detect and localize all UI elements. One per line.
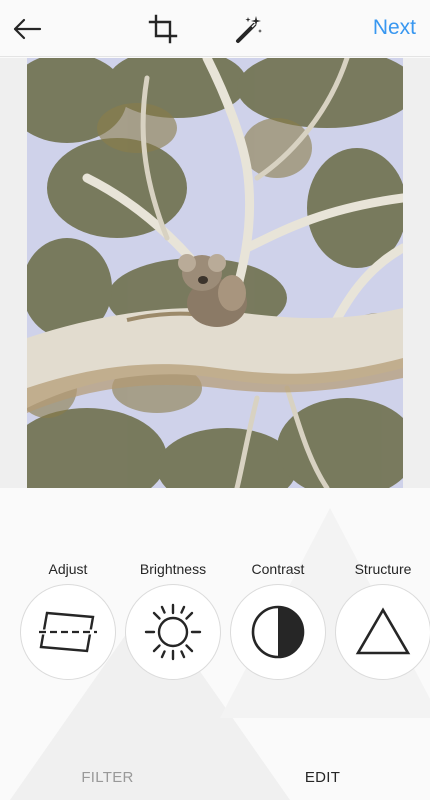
crop-icon[interactable] [146, 12, 180, 46]
back-arrow-icon[interactable] [10, 12, 44, 46]
adjust-icon[interactable] [20, 584, 116, 680]
tab-filter[interactable]: FILTER [0, 769, 215, 786]
tool-brightness[interactable]: Brightness [123, 560, 223, 680]
tool-label: Contrast [251, 561, 305, 577]
contrast-icon[interactable] [230, 584, 326, 680]
magic-wand-icon[interactable] [232, 12, 266, 46]
photo-area [0, 58, 430, 488]
top-bar: Next [0, 0, 430, 57]
next-button[interactable]: Next [373, 16, 416, 40]
tool-adjust[interactable]: Adjust [18, 560, 118, 680]
tool-contrast[interactable]: Contrast [228, 560, 328, 680]
tool-label: Adjust [48, 561, 88, 577]
structure-icon[interactable] [335, 584, 430, 680]
tool-structure[interactable]: Structure [333, 560, 430, 680]
tab-edit[interactable]: EDIT [215, 769, 430, 786]
bottom-tabs: FILTER EDIT [0, 755, 430, 800]
brightness-icon[interactable] [125, 584, 221, 680]
photo-preview [27, 58, 403, 488]
tool-label: Brightness [139, 561, 207, 577]
tool-label: Structure [354, 561, 412, 577]
